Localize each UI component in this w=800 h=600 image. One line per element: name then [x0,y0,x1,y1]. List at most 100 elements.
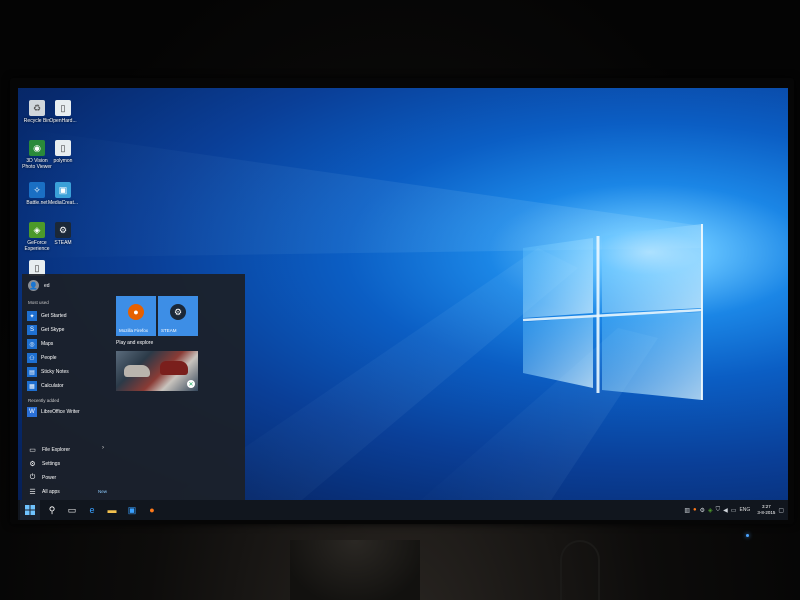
app-label: Sticky Notes [41,369,69,375]
clock[interactable]: 3:27 3-8-2015 [757,504,775,516]
desktop-icon-mediacreation[interactable]: ▣ MediaCreat... [46,182,80,206]
app-label: People [41,355,57,361]
desktop-icon-label: polymon [53,158,73,164]
battlenet-icon: ✧ [29,182,45,198]
app-label: LibreOffice Writer [41,409,80,415]
chevron-right-icon[interactable]: › [102,445,104,451]
search-icon: ⚲ [48,504,56,515]
desktop-icon-polymon[interactable]: ▯ polymon [46,140,80,164]
recycle-bin-icon: ♻ [29,100,45,116]
car-image [160,361,188,375]
firefox-tray-icon[interactable]: ● [693,507,697,513]
media-creation-icon: ▣ [55,182,71,198]
windows-logo-icon [25,505,35,515]
search-button[interactable]: ⚲ [42,500,62,520]
sys-label: Power [42,474,57,481]
tile-group-label: Play and explore [116,340,154,346]
recently-added-heading: Recently added [28,398,60,403]
user-account[interactable]: 👤 ed [28,280,50,291]
car-image [124,365,150,377]
system-tray: ▥ ● ⚙ ◈ ⛉ ◀ ▭ ENG 3:27 3-8-2015 ▢ [684,500,784,520]
tile-steam[interactable]: ⚙ STEAM [158,296,198,336]
task-view-button[interactable]: ▭ [62,500,82,520]
clock-date: 3-8-2015 [757,510,776,515]
file-icon: ▯ [55,140,71,156]
app-maps[interactable]: ◎ Maps [27,338,53,350]
tile-label: STEAM [161,328,177,333]
firefox-button[interactable]: ● [142,500,162,520]
app-libreoffice-writer[interactable]: W LibreOffice Writer [27,406,80,418]
settings-item[interactable]: ⚙ Settings [28,458,60,469]
steam-icon: ⚙ [170,304,186,320]
people-icon: ⚇ [27,353,37,363]
notification-icon[interactable]: ▢ [778,507,784,514]
desktop-icon-label: OpenHard... [49,118,77,124]
app-label: Get Started [41,313,67,319]
folder-icon: ▭ [29,446,36,454]
list-icon: ☰ [29,488,36,496]
sys-label: All apps [42,488,60,495]
edge-button[interactable]: e [82,500,102,520]
geforce-icon: ◈ [29,222,45,238]
chat-icon[interactable]: ▭ [731,507,737,514]
skype-icon: S [27,325,37,335]
steam-icon: ⚙ [55,222,71,238]
libreoffice-writer-icon: W [27,407,37,417]
app-label: Get Skype [41,327,65,333]
language-indicator[interactable]: ENG [739,507,750,513]
tile-label: Mozilla Firefox [119,328,149,333]
start-button[interactable] [20,500,40,520]
monitor-stand [290,540,420,600]
network-icon[interactable]: ▥ [684,507,690,514]
sys-label: File Explorer [42,446,71,453]
file-explorer-button[interactable]: ▬ [102,500,122,520]
power-icon: ⏻ [29,473,36,481]
screen: ♻ Recycle Bin ▯ OpenHard... ◉ 3D Vision … [18,88,788,520]
file-explorer-item[interactable]: ▭ File Explorer [28,444,70,455]
task-view-icon: ▭ [67,504,77,515]
desktop-icon-steam[interactable]: ⚙ STEAM [46,222,80,246]
nvidia-tray-icon[interactable]: ◈ [708,507,713,514]
sticky-note-icon: ▤ [27,367,37,377]
app-calculator[interactable]: ▦ Calculator [27,380,64,392]
calculator-icon: ▦ [27,381,37,391]
desktop-icon-label: STEAM [54,240,72,246]
firefox-icon: ● [149,505,155,515]
firefox-icon: ● [128,304,144,320]
start-menu-left-pane: 👤 ed Most used ✦ Get Started S Get Skype… [22,274,110,500]
cable [560,540,600,600]
start-menu: 👤 ed Most used ✦ Get Started S Get Skype… [22,274,245,500]
store-button[interactable]: ▣ [122,500,142,520]
app-sticky-notes[interactable]: ▤ Sticky Notes [27,366,69,378]
xbox-icon: ✕ [187,380,195,388]
folder-icon: ▬ [107,505,117,515]
user-name: ed [44,282,50,289]
app-label: Calculator [41,383,64,389]
tile-xbox[interactable]: ✕ [116,351,198,391]
desktop-icon-label: MediaCreat... [47,200,78,206]
lightbulb-icon: ✦ [27,311,37,321]
app-get-started[interactable]: ✦ Get Started [27,310,67,322]
store-icon: ▣ [127,504,137,515]
speaker-icon[interactable]: ◀ [723,507,728,514]
steam-tray-icon[interactable]: ⚙ [700,507,705,514]
shield-icon[interactable]: ⛉ [716,507,721,514]
most-used-heading: Most used [28,300,49,305]
app-get-skype[interactable]: S Get Skype [27,324,64,336]
avatar: 👤 [28,280,39,291]
new-badge: New [98,489,108,494]
edge-icon: e [89,505,95,515]
power-item[interactable]: ⏻ Power [28,472,56,483]
taskbar: ⚲ ▭ e ▬ ▣ ● ▥ ● ⚙ ◈ ⛉ ◀ ▭ ENG 3:27 3-8-2… [18,500,788,520]
sys-label: Settings [42,460,61,467]
gear-icon: ⚙ [29,460,36,468]
file-icon: ▯ [55,100,71,116]
power-led [746,534,749,537]
all-apps-item[interactable]: ☰ All apps [28,486,60,497]
3d-vision-icon: ◉ [29,140,45,156]
desktop-icon-openhardware[interactable]: ▯ OpenHard... [46,100,80,124]
app-label: Maps [41,341,54,347]
app-people[interactable]: ⚇ People [27,352,57,364]
tile-firefox[interactable]: ● Mozilla Firefox [116,296,156,336]
map-icon: ◎ [27,339,37,349]
